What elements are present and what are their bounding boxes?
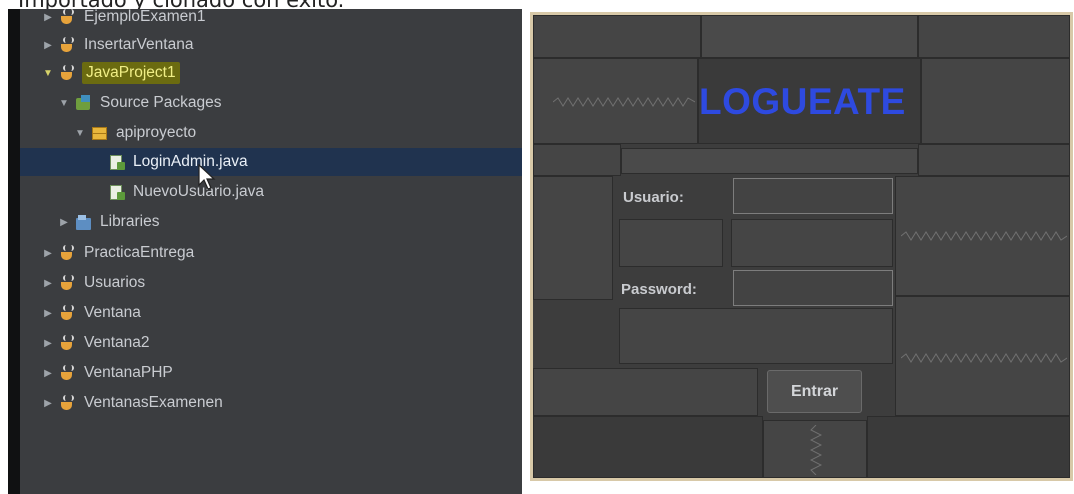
- tree-item-usuarios[interactable]: ▶ Usuarios: [20, 269, 532, 297]
- spacer-squiggle-icon: [553, 97, 695, 107]
- expand-arrow-icon[interactable]: ▶: [42, 12, 54, 23]
- java-project-cup-icon: [59, 334, 77, 352]
- expand-arrow-icon[interactable]: ▶: [42, 248, 54, 259]
- expand-arrow-icon[interactable]: ▶: [42, 40, 54, 51]
- usuario-input[interactable]: [733, 178, 893, 214]
- layout-cell: [731, 219, 893, 267]
- java-project-cup-icon: [59, 304, 77, 322]
- tree-item-apiproyecto[interactable]: ▼ apiproyecto: [20, 119, 564, 147]
- collapse-arrow-icon[interactable]: ▼: [74, 128, 86, 139]
- expand-arrow-icon[interactable]: ▶: [42, 368, 54, 379]
- expand-arrow-icon[interactable]: ▶: [42, 398, 54, 409]
- tree-item-label: Usuarios: [84, 274, 146, 291]
- password-label: Password:: [621, 281, 697, 298]
- project-tree-panel: ▶ EjemploExamen1 ▶ InsertarVentana ▼ Jav…: [8, 8, 585, 494]
- usuario-label: Usuario:: [623, 189, 684, 206]
- collapse-arrow-icon[interactable]: ▼: [58, 98, 70, 109]
- entrar-button[interactable]: Entrar: [767, 370, 862, 413]
- layout-cell: [918, 15, 1070, 58]
- tree-item-libraries[interactable]: ▶ Libraries: [20, 208, 548, 236]
- expand-arrow-icon[interactable]: ▶: [42, 338, 54, 349]
- tree-item-ventana2[interactable]: ▶ Ventana2: [20, 329, 532, 357]
- java-file-icon: [108, 154, 126, 171]
- layout-cell: [918, 144, 1070, 176]
- expand-arrow-icon[interactable]: ▶: [58, 217, 70, 228]
- layout-cell: [533, 176, 613, 300]
- tree-item-nuevousuario-java[interactable]: NuevoUsuario.java: [20, 178, 581, 206]
- source-packages-icon: [75, 94, 93, 112]
- layout-cell: [921, 58, 1070, 144]
- tree-item-ventana[interactable]: ▶ Ventana: [20, 299, 532, 327]
- tree-item-label: apiproyecto: [116, 124, 197, 141]
- tree-item-label: InsertarVentana: [84, 36, 194, 53]
- mouse-pointer-icon: [198, 164, 216, 190]
- password-input[interactable]: [733, 270, 893, 306]
- layout-cell: [533, 416, 763, 478]
- spacer-squiggle-icon: [901, 231, 1067, 241]
- expand-arrow-icon[interactable]: ▶: [42, 278, 54, 289]
- tree-item-label: Source Packages: [100, 94, 222, 111]
- layout-cell: [619, 308, 893, 364]
- layout-cell: [701, 15, 918, 58]
- tree-item-label: Ventana: [84, 304, 141, 321]
- layout-cell: [533, 368, 758, 416]
- layout-cell: [867, 416, 1070, 478]
- libraries-icon: [75, 214, 93, 231]
- collapse-arrow-icon[interactable]: ▼: [42, 68, 54, 79]
- tree-item-source-packages[interactable]: ▼ Source Packages: [20, 89, 548, 117]
- java-file-icon: [108, 184, 126, 201]
- java-project-cup-icon: [59, 364, 77, 382]
- tree-item-label: LoginAdmin.java: [133, 153, 248, 170]
- java-project-cup-icon: [59, 36, 77, 54]
- tree-item-label: EjemploExamen1: [84, 8, 206, 25]
- spacer-squiggle-icon: [901, 353, 1067, 363]
- vertical-spacer-squiggle-icon: [810, 425, 822, 475]
- java-project-cup-icon: [59, 394, 77, 412]
- tree-item-label: PracticaEntrega: [84, 244, 195, 261]
- tree-item-ventanasexamenen[interactable]: ▶ VentanasExamenen: [20, 389, 532, 417]
- tree-item-javaproject1[interactable]: ▼ JavaProject1: [20, 59, 532, 87]
- java-project-cup-icon: [59, 8, 77, 26]
- java-project-cup-icon: [59, 64, 77, 82]
- layout-cell: [619, 219, 723, 267]
- java-project-cup-icon: [59, 274, 77, 292]
- tree-item-label: Libraries: [100, 213, 160, 230]
- java-project-cup-icon: [59, 244, 77, 262]
- tree-item-label: VentanasExamenen: [84, 394, 223, 411]
- package-icon: [91, 125, 109, 142]
- tree-item-insertarventana[interactable]: ▶ InsertarVentana: [20, 31, 532, 59]
- layout-cell: [533, 144, 621, 176]
- layout-cell: [533, 15, 701, 58]
- tree-item-ejemploexamen1[interactable]: ▶ EjemploExamen1: [20, 3, 532, 31]
- layout-cell: [621, 148, 918, 174]
- tree-item-label: VentanaPHP: [84, 364, 173, 381]
- form-title: LOGUEATE: [699, 81, 906, 122]
- tree-item-practicaentrega[interactable]: ▶ PracticaEntrega: [20, 239, 532, 267]
- expand-arrow-icon[interactable]: ▶: [42, 308, 54, 319]
- tree-item-label: JavaProject1: [82, 62, 180, 84]
- tree-item-label: Ventana2: [84, 334, 150, 351]
- tree-item-loginadmin-java[interactable]: LoginAdmin.java: [20, 148, 585, 176]
- tree-item-ventanaphp[interactable]: ▶ VentanaPHP: [20, 359, 532, 387]
